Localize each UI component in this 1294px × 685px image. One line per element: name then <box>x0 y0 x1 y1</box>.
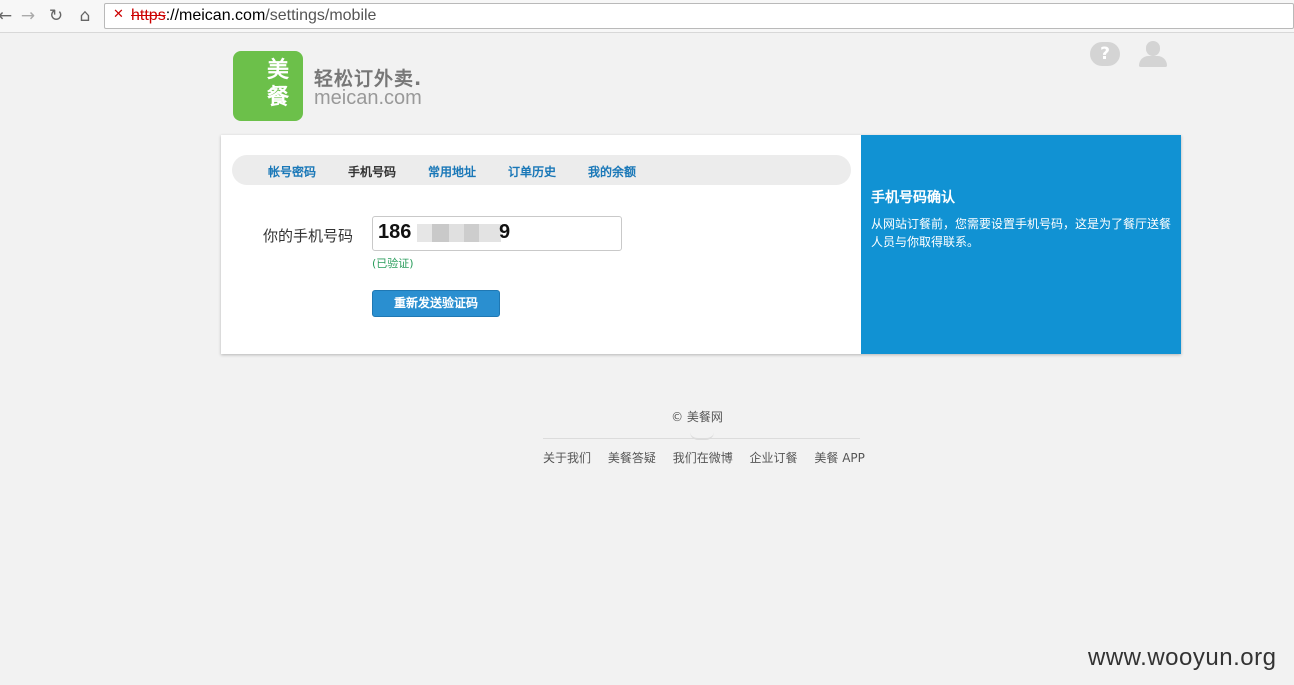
phone-suffix: 9 <box>499 221 511 243</box>
url-scheme: https <box>131 7 166 24</box>
copyright: © 美餐网 <box>671 410 723 424</box>
settings-tabs: 帐号密码 手机号码 常用地址 订单历史 我的余额 <box>232 155 851 185</box>
info-title: 手机号码确认 <box>871 190 955 206</box>
footer-link-faq[interactable]: 美餐答疑 <box>608 451 656 465</box>
address-bar[interactable]: ✕ https://meican.com/settings/mobile <box>104 3 1294 29</box>
phone-label: 你的手机号码 <box>263 227 354 245</box>
settings-card: 帐号密码 手机号码 常用地址 订单历史 我的余额 你的手机号码 186 9 (已… <box>221 135 1181 354</box>
tab-account-password[interactable]: 帐号密码 <box>268 163 316 180</box>
user-icon[interactable] <box>1137 40 1169 68</box>
reload-icon[interactable]: ↻ <box>45 5 67 27</box>
watermark: www.wooyun.org <box>1088 644 1277 671</box>
logo-char-1: 美 <box>267 58 290 83</box>
browser-toolbar: ← → ↻ ⌂ ✕ https://meican.com/settings/mo… <box>0 0 1294 33</box>
footer-link-app[interactable]: 美餐 APP <box>814 451 865 465</box>
verified-status: (已验证) <box>372 257 414 270</box>
resend-code-button[interactable]: 重新发送验证码 <box>372 290 500 317</box>
logo-domain: meican.com <box>314 87 422 109</box>
phone-redaction <box>417 224 501 242</box>
forward-arrow-icon[interactable]: → <box>17 5 39 27</box>
url-host: ://meican.com <box>165 7 266 24</box>
tab-mobile[interactable]: 手机号码 <box>348 163 396 180</box>
info-text: 从网站订餐前，您需要设置手机号码，这是为了餐厅送餐人员与你取得联系。 <box>871 217 1172 249</box>
tab-order-history[interactable]: 订单历史 <box>508 163 556 180</box>
footer-link-about[interactable]: 关于我们 <box>543 451 591 465</box>
url-text: https://meican.com/settings/mobile <box>131 7 376 25</box>
info-panel: 手机号码确认 从网站订餐前，您需要设置手机号码，这是为了餐厅送餐人员与你取得联系… <box>861 135 1181 354</box>
url-path: /settings/mobile <box>265 7 377 24</box>
logo[interactable]: 美 餐 <box>233 51 303 121</box>
phone-prefix: 186 <box>378 221 412 243</box>
logo-char-2: 餐 <box>267 85 290 110</box>
insecure-lock-icon: ✕ <box>113 7 124 22</box>
phone-input[interactable]: 186 9 <box>372 216 622 251</box>
home-icon[interactable]: ⌂ <box>74 5 96 27</box>
user-icon-head <box>1146 41 1160 56</box>
footer-link-enterprise[interactable]: 企业订餐 <box>750 451 798 465</box>
help-icon[interactable]: ? <box>1090 42 1120 66</box>
tab-balance[interactable]: 我的余额 <box>588 163 636 180</box>
tab-addresses[interactable]: 常用地址 <box>428 163 476 180</box>
footer-links: 关于我们 美餐答疑 我们在微博 企业订餐 美餐 APP <box>543 449 878 466</box>
user-icon-body <box>1139 56 1167 67</box>
footer-link-weibo[interactable]: 我们在微博 <box>673 451 733 465</box>
back-arrow-icon[interactable]: ← <box>0 5 16 27</box>
